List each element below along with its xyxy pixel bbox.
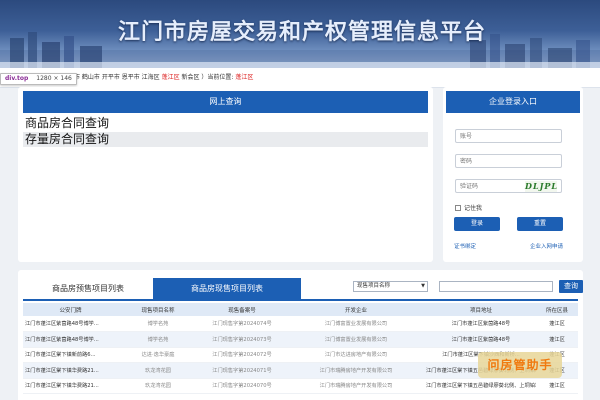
login-button[interactable]: 登录: [454, 217, 500, 231]
remember-label: 记住我: [464, 205, 483, 212]
cell-address-plate: 江门市蓬江区紫茵路48号博学...: [23, 316, 118, 332]
new-house-contract-query-link[interactable]: 商品房合同查询: [23, 116, 428, 131]
devtools-tooltip: div.top 1280 × 146: [0, 73, 77, 85]
captcha-image[interactable]: DLJPL: [525, 181, 557, 192]
project-table: 公安门牌 现售项目名称 现售备案号 开发企业 项目地址 所在区县 江门市蓬江区紫…: [23, 303, 578, 394]
tab-onsale-projects[interactable]: 商品房现售项目列表: [153, 278, 301, 300]
account-input[interactable]: [455, 129, 562, 143]
cell-record-no: 江门现售字第2024074号: [198, 316, 286, 332]
column-header: 项目地址: [426, 303, 536, 316]
site-title: 江门市房屋交易和产权管理信息平台: [118, 19, 487, 45]
project-list-panel: 商品房预售项目列表 商品房现售项目列表 现售项目名称 ▼ 查询 公安门牌 现售项…: [18, 270, 583, 400]
cert-bind-link[interactable]: 证书绑定: [454, 242, 476, 250]
query-panel-title: 网上查询: [23, 91, 428, 113]
location-more: 新会区 ）当前位置:: [181, 74, 234, 81]
tab-presale-projects[interactable]: 商品房预售项目列表: [28, 278, 148, 300]
search-input[interactable]: [439, 281, 553, 292]
cell-record-no: 江门现售字第2024073号: [198, 331, 286, 348]
resale-contract-query-link[interactable]: 存量房合同查询: [23, 132, 428, 147]
online-query-panel: 网上查询 商品房合同查询 存量房合同查询: [18, 87, 433, 262]
current-city-link[interactable]: 蓬江区: [162, 74, 180, 81]
column-header: 开发企业: [286, 303, 426, 316]
cell-district: 蓬江区: [536, 316, 578, 332]
reset-button[interactable]: 重置: [517, 217, 563, 231]
cell-address-plate: 江门市蓬江区棠下镇华费路21...: [23, 378, 118, 394]
table-row[interactable]: 江门市蓬江区紫茵路48号博学... 博学名苑 江门现售字第2024073号 江门…: [23, 331, 578, 348]
cell-address-plate: 江门市蓬江区棠下镇华费路21...: [23, 362, 118, 379]
cell-project-name[interactable]: 达进·逸华豪庭: [118, 347, 198, 363]
cell-developer: 江门博富置业发展有限公司: [286, 331, 426, 348]
column-header: 现售项目名称: [118, 303, 198, 316]
cell-project-address: 江门市蓬江区紫茵路48号: [426, 316, 536, 332]
column-header: 所在区县: [536, 303, 578, 316]
current-position: 蓬江区: [235, 74, 254, 81]
cell-project-name[interactable]: 博学名苑: [118, 316, 198, 332]
cell-record-no: 江门现售字第2024070号: [198, 378, 286, 394]
cell-developer: 江门市瑞腾房地产开发有限公司: [286, 378, 426, 394]
header-banner: 江门市房屋交易和产权管理信息平台: [0, 0, 600, 68]
devtools-tag: div.top: [5, 75, 29, 82]
devtools-size: 1280 × 146: [36, 75, 72, 82]
table-row[interactable]: 江门市蓬江区紫茵路48号博学... 博学名苑 江门现售字第2024074号 江门…: [23, 316, 578, 332]
table-header-row: 公安门牌 现售项目名称 现售备案号 开发企业 项目地址 所在区县: [23, 303, 578, 316]
table-row[interactable]: 江门市蓬江区棠下镇华费路21... 玖龙湾花园 江门现售字第2024070号 江…: [23, 378, 578, 394]
cell-developer: 江门市瑞腾房地产开发有限公司: [286, 362, 426, 379]
cell-project-address: 江门市蓬江区棠下镇五邑碧绿廖葵北侧、上垌铂地汇...: [426, 378, 536, 394]
tab-underline: [23, 299, 578, 301]
password-input[interactable]: [455, 154, 562, 168]
cell-project-name[interactable]: 博学名苑: [118, 331, 198, 348]
search-field-select[interactable]: 现售项目名称 ▼: [353, 281, 428, 292]
column-header: 公安门牌: [23, 303, 118, 316]
search-button[interactable]: 查询: [559, 280, 583, 293]
assistant-watermark: 问房管助手: [478, 352, 562, 378]
login-panel-title: 企业登录入口: [446, 91, 580, 113]
location-bar: 台山市 鹤山市 开平市 恩平市 江海区 蓬江区 新会区 ）当前位置: 蓬江区: [0, 68, 600, 88]
cell-address-plate: 江门市蓬江区紫茵路48号博学...: [23, 331, 118, 348]
search-select-value: 现售项目名称: [357, 283, 391, 289]
cell-record-no: 江门现售字第2024071号: [198, 362, 286, 379]
cell-address-plate: 江门市蓬江区棠下镇新前路6...: [23, 347, 118, 363]
cell-project-name[interactable]: 玖龙湾花园: [118, 378, 198, 394]
enterprise-login-panel: 企业登录入口 DLJPL 记住我 登录 重置 证书绑定 企业入网申请: [443, 87, 583, 262]
cell-district: 蓬江区: [536, 378, 578, 394]
column-header: 现售备案号: [198, 303, 286, 316]
cell-district: 蓬江区: [536, 331, 578, 348]
enterprise-apply-link[interactable]: 企业入网申请: [530, 242, 563, 250]
remember-checkbox[interactable]: [455, 204, 461, 211]
cell-record-no: 江门现售字第2024072号: [198, 347, 286, 363]
cell-project-name[interactable]: 玖龙湾花园: [118, 362, 198, 379]
cell-project-address: 江门市蓬江区紫茵路48号: [426, 331, 536, 348]
cell-developer: 江门博富置业发展有限公司: [286, 316, 426, 332]
cell-developer: 江门市达进房地产有限公司: [286, 347, 426, 363]
remember-me[interactable]: 记住我: [455, 203, 482, 212]
chevron-down-icon: ▼: [421, 283, 425, 289]
